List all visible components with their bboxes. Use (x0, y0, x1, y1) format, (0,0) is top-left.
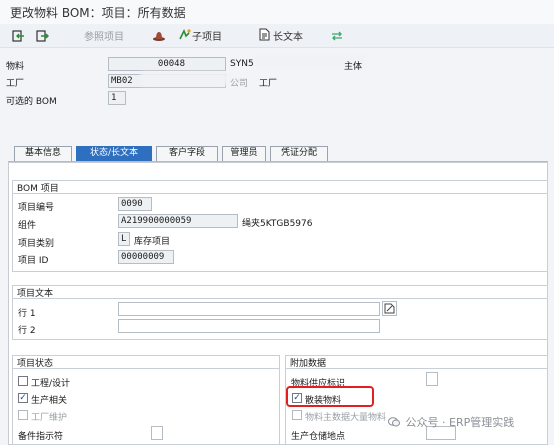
plant-maintenance-label: 工厂维护 (31, 413, 68, 423)
section-divider (285, 368, 548, 369)
alt-bom-field[interactable]: 1 (108, 91, 126, 105)
material-desc-suffix: 主体 (344, 62, 363, 72)
item-no-field[interactable]: 0090 (118, 197, 152, 211)
supply-indicator-field[interactable] (426, 372, 438, 386)
tab-document-assignment[interactable]: 凭证分配 (270, 146, 328, 161)
section-divider (12, 193, 548, 194)
bulk-master-checkbox[interactable] (292, 410, 302, 420)
watermark: 公众号 · ERP管理实践 (388, 414, 514, 430)
section-divider (12, 298, 548, 299)
storage-location-label: 生产仓储地点 (291, 432, 346, 442)
document-icon (258, 28, 273, 44)
sub-item-button[interactable]: 子项目 (178, 27, 222, 44)
production-relevant-checkbox[interactable]: ✓ (18, 393, 28, 403)
forward-icon[interactable] (36, 27, 50, 44)
engineering-label: 工程/设计 (31, 379, 71, 389)
material-label: 物料 (6, 62, 25, 72)
spare-part-label: 备件指示符 (18, 432, 64, 442)
spare-part-field[interactable] (151, 426, 163, 440)
sub-item-label: 子项目 (192, 32, 222, 43)
edit-longtext-icon[interactable] (382, 301, 397, 316)
tab-basic-info[interactable]: 基本信息 (14, 146, 72, 161)
window-title: 更改物料 BOM：项目：所有数据 (10, 6, 186, 20)
redaction-mask (140, 72, 228, 86)
component-field[interactable]: A219900000059 (118, 214, 238, 228)
long-text-button[interactable]: 长文本 (258, 27, 303, 44)
material-field[interactable]: 00048 (108, 57, 226, 71)
plant-label: 工厂 (6, 79, 25, 89)
tab-administration[interactable]: 管理员 (222, 146, 266, 161)
sub-item-icon (178, 28, 192, 44)
text-line2-input[interactable] (118, 319, 380, 333)
plant-desc-suffix: 工厂 (259, 79, 278, 89)
text-line2-label: 行 2 (18, 326, 36, 336)
engineering-checkbox[interactable] (18, 376, 28, 386)
ref-item-button[interactable]: 参照项目 (84, 27, 124, 44)
alt-bom-label: 可选的 BOM (6, 97, 57, 107)
plant-desc-prefix: 公司 (230, 79, 249, 89)
item-no-label: 项目编号 (18, 203, 55, 213)
plant-maintenance-checkbox[interactable] (18, 410, 28, 420)
back-icon[interactable] (12, 27, 26, 44)
watermark-text: 公众号 · ERP管理实践 (405, 416, 515, 429)
text-line1-input[interactable] (118, 302, 380, 316)
text-line1-label: 行 1 (18, 309, 36, 319)
production-relevant-label: 生产相关 (31, 396, 68, 406)
component-description: 绳夹5KTGB5976 (242, 219, 313, 229)
item-category-field[interactable]: L (118, 232, 130, 246)
hat-icon[interactable] (152, 27, 166, 44)
transfer-icon[interactable] (330, 27, 344, 44)
long-text-label: 长文本 (273, 32, 303, 43)
bulk-master-label: 物料主数据大量物料 (305, 413, 387, 423)
tab-status-longtext[interactable]: 状态/长文本 (76, 146, 152, 161)
component-label: 组件 (18, 221, 37, 231)
material-desc-prefix: SYN5 (230, 59, 254, 69)
section-divider (12, 368, 280, 369)
item-id-label: 项目 ID (18, 256, 49, 266)
item-category-label: 项目类别 (18, 239, 55, 249)
wechat-icon (388, 416, 402, 430)
item-id-field[interactable]: 00000009 (118, 250, 174, 264)
highlight-box (286, 386, 374, 407)
item-category-description: 库存项目 (134, 237, 171, 247)
tab-customer-fields[interactable]: 客户字段 (156, 146, 218, 161)
